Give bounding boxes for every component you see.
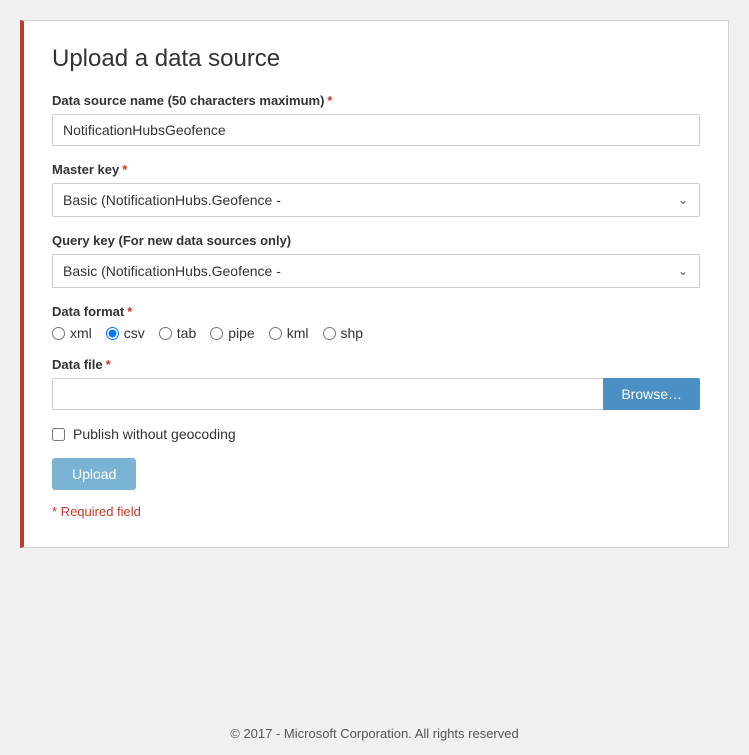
radio-tab[interactable] <box>159 327 172 340</box>
master-key-select-wrapper: Basic (NotificationHubs.Geofence - ⌄ <box>52 183 700 217</box>
publish-geocoding-label[interactable]: Publish without geocoding <box>73 426 236 442</box>
footer-text: © 2017 - Microsoft Corporation. All righ… <box>230 726 518 741</box>
upload-button[interactable]: Upload <box>52 458 136 490</box>
query-key-group: Query key (For new data sources only) Ba… <box>52 233 700 288</box>
query-key-select-wrapper: Basic (NotificationHubs.Geofence - ⌄ <box>52 254 700 288</box>
radio-option-tab[interactable]: tab <box>159 325 196 341</box>
radio-shp[interactable] <box>323 327 336 340</box>
query-key-label: Query key (For new data sources only) <box>52 233 700 248</box>
datasource-name-input[interactable]: NotificationHubsGeofence <box>52 114 700 146</box>
required-star-name: * <box>327 93 332 108</box>
publish-geocoding-checkbox[interactable] <box>52 428 65 441</box>
radio-kml[interactable] <box>269 327 282 340</box>
radio-option-kml[interactable]: kml <box>269 325 309 341</box>
master-key-select[interactable]: Basic (NotificationHubs.Geofence - <box>52 183 700 217</box>
required-star-master: * <box>122 162 127 177</box>
radio-xml[interactable] <box>52 327 65 340</box>
radio-pipe[interactable] <box>210 327 223 340</box>
required-field-note: * Required field <box>52 504 700 519</box>
data-file-group: Data file* Browse… <box>52 357 700 410</box>
required-star-file: * <box>106 357 111 372</box>
browse-button[interactable]: Browse… <box>603 378 700 410</box>
footer: © 2017 - Microsoft Corporation. All righ… <box>0 712 749 755</box>
master-key-label: Master key* <box>52 162 700 177</box>
required-field-text: Required field <box>57 504 141 519</box>
query-key-select[interactable]: Basic (NotificationHubs.Geofence - <box>52 254 700 288</box>
radio-option-csv[interactable]: csv <box>106 325 145 341</box>
radio-csv[interactable] <box>106 327 119 340</box>
page-title: Upload a data source <box>52 45 700 73</box>
data-format-group: Data format* xml csv tab pipe kml <box>52 304 700 341</box>
data-format-radio-group: xml csv tab pipe kml shp <box>52 325 700 341</box>
file-input-row: Browse… <box>52 378 700 410</box>
data-format-label: Data format* <box>52 304 700 319</box>
master-key-group: Master key* Basic (NotificationHubs.Geof… <box>52 162 700 217</box>
data-file-input[interactable] <box>52 378 603 410</box>
publish-geocoding-row: Publish without geocoding <box>52 426 700 442</box>
upload-form-card: Upload a data source Data source name (5… <box>20 20 729 548</box>
radio-option-pipe[interactable]: pipe <box>210 325 254 341</box>
radio-option-shp[interactable]: shp <box>323 325 364 341</box>
data-file-label: Data file* <box>52 357 700 372</box>
radio-option-xml[interactable]: xml <box>52 325 92 341</box>
datasource-name-label: Data source name (50 characters maximum)… <box>52 93 700 108</box>
datasource-name-group: Data source name (50 characters maximum)… <box>52 93 700 146</box>
required-star-format: * <box>127 304 132 319</box>
